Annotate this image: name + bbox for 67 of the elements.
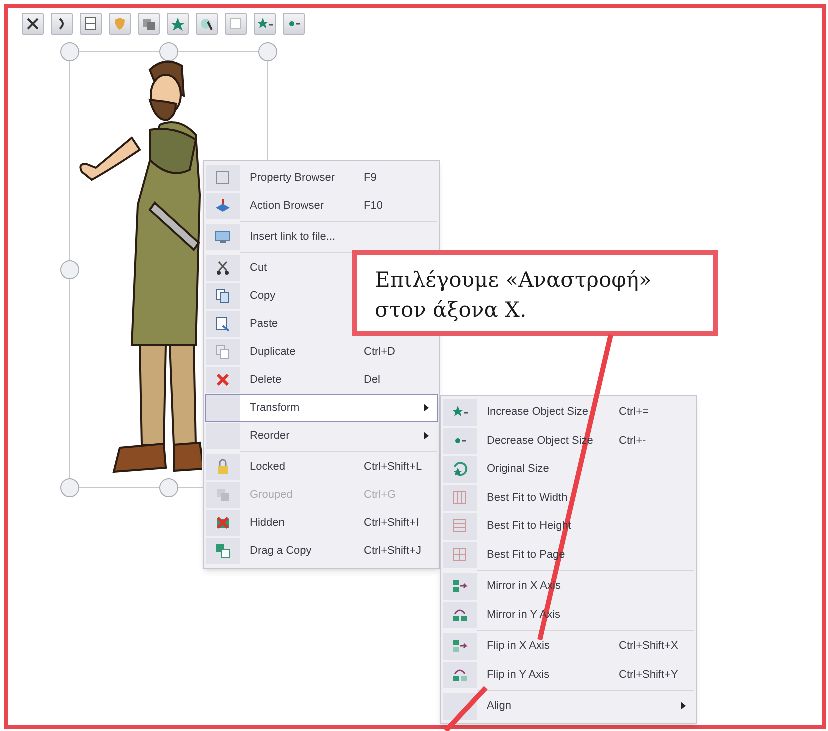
squares-icon (215, 543, 231, 559)
menu-item[interactable]: Flip in X Axis Ctrl+Shift+X (442, 632, 695, 660)
menu-item[interactable]: Duplicate Ctrl+D (205, 338, 438, 366)
menu-item[interactable]: Transform (205, 394, 438, 422)
grid-icon (452, 518, 468, 534)
panel-icon (83, 16, 99, 32)
shortcut-text: F9 (364, 170, 377, 186)
shortcut-text: Ctrl+Shift+J (364, 544, 422, 559)
duplicate-icon (215, 344, 231, 360)
menu-item[interactable]: Insert link to file... (205, 223, 438, 251)
menu-item[interactable]: Locked Ctrl+Shift+L (205, 453, 438, 481)
hidden-icon (215, 515, 231, 531)
window-icon (215, 170, 231, 186)
toolbar-button[interactable] (196, 13, 218, 35)
expand-icon (25, 16, 41, 32)
resize-handle[interactable] (160, 478, 178, 498)
resize-handle[interactable] (60, 260, 80, 280)
padlock-icon (215, 459, 231, 475)
toolbar-button[interactable] (22, 13, 44, 35)
shapes-icon (215, 198, 231, 214)
menu-item[interactable]: Property Browser F9 (205, 164, 438, 192)
resize-handle[interactable] (60, 42, 80, 62)
submenu-arrow-icon (424, 432, 429, 440)
flip-icon (452, 638, 468, 654)
toolbar-button[interactable] (51, 13, 73, 35)
resize-handle[interactable] (258, 42, 278, 62)
delete-icon (215, 372, 231, 388)
menu-item[interactable]: Action Browser F10 (205, 192, 438, 220)
star-up-icon (170, 16, 186, 32)
menu-item[interactable]: Increase Object Size Ctrl+= (442, 398, 695, 426)
blank-page-icon (228, 16, 244, 32)
shortcut-text: Ctrl+G (364, 488, 396, 503)
copy-icon (215, 288, 231, 304)
submenu-arrow-icon (424, 404, 429, 412)
leader-line (444, 686, 488, 731)
paste-icon (215, 316, 231, 332)
toolbar-button[interactable] (80, 13, 102, 35)
shortcut-text: Ctrl+Shift+I (364, 516, 420, 531)
shortcut-text: Del (364, 372, 381, 388)
menu-item[interactable]: Best Fit to Width (442, 484, 695, 512)
shortcut-text: Ctrl+D (364, 344, 396, 360)
shortcut-text: Ctrl+Shift+Y (619, 668, 678, 682)
overlap-icon (141, 16, 157, 32)
shield-icon (112, 16, 128, 32)
menu-item[interactable]: Hidden Ctrl+Shift+I (205, 509, 438, 537)
mirror-icon (452, 578, 468, 594)
scissors-icon (215, 260, 231, 276)
submenu-arrow-icon (681, 702, 686, 710)
menu-item[interactable]: Drag a Copy Ctrl+Shift+J (205, 537, 438, 565)
menu-item[interactable]: Original Size (442, 455, 695, 484)
menu-item[interactable]: Flip in Y Axis Ctrl+Shift+Y (442, 660, 695, 689)
resize-handle[interactable] (60, 478, 80, 498)
shortcut-text: Ctrl+= (619, 405, 649, 420)
menu-item[interactable]: Reorder (205, 422, 438, 450)
menu-item[interactable]: Align (442, 692, 695, 720)
shortcut-text: F10 (364, 198, 383, 214)
group-icon (215, 487, 231, 503)
star-circle-icon (452, 461, 468, 478)
shortcut-text: Ctrl+Shift+X (619, 639, 678, 654)
man-figure-drawing[interactable] (80, 60, 202, 474)
monitor-icon (215, 229, 231, 245)
grid-icon (452, 490, 468, 506)
shortcut-text: Ctrl+Shift+L (364, 460, 422, 475)
shortcut-text: Ctrl+- (619, 434, 646, 448)
resize-handle[interactable] (160, 42, 178, 62)
menu-item[interactable]: Delete Del (205, 366, 438, 394)
grid-icon (452, 546, 468, 563)
